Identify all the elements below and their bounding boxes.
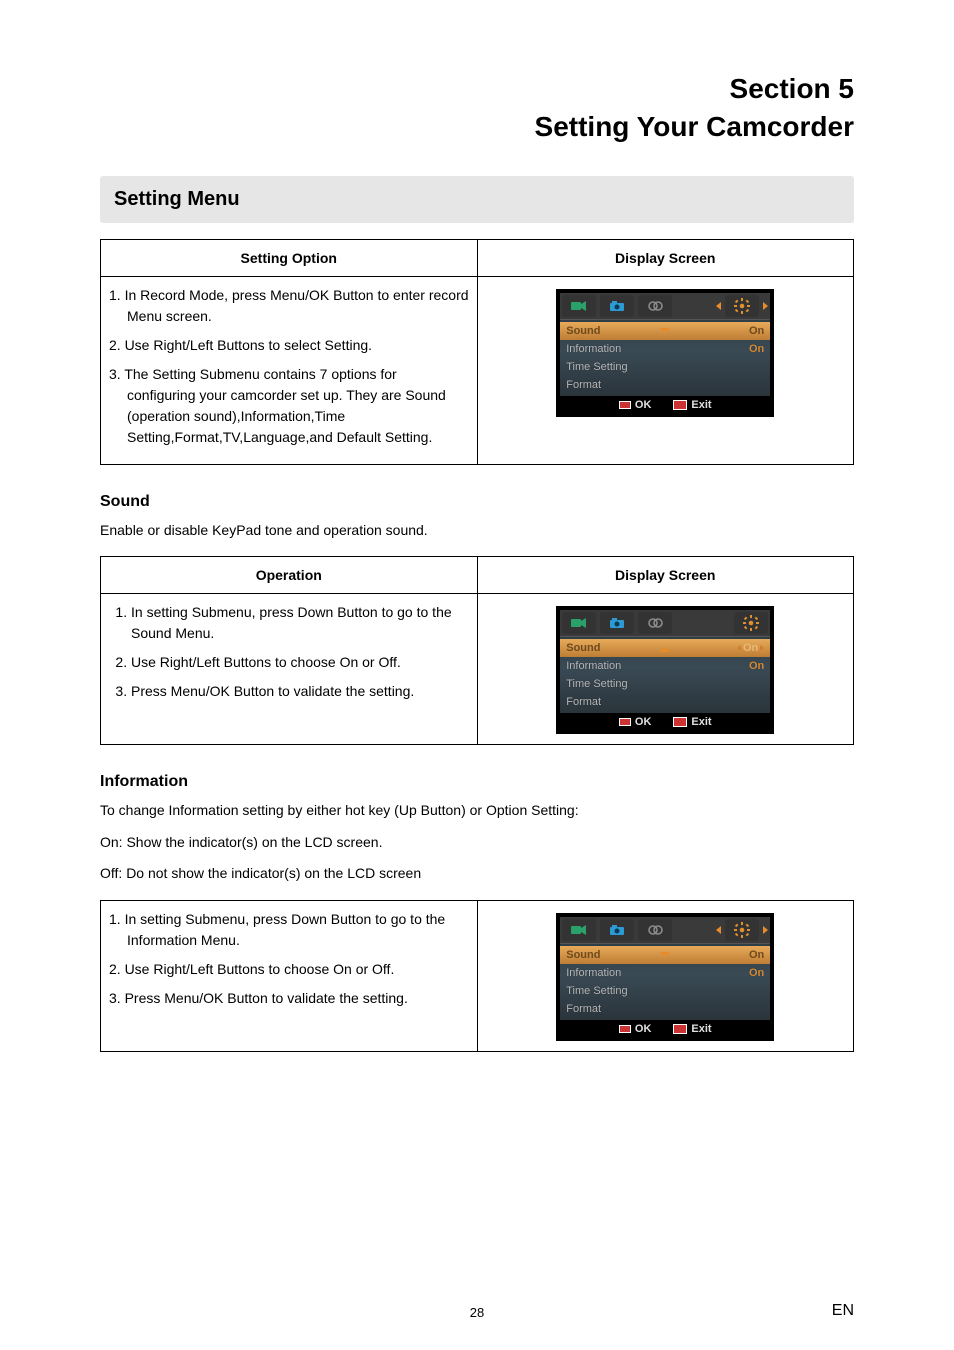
footer-ok: OK — [619, 1023, 652, 1035]
menu-row-time-setting: Time Setting — [560, 675, 770, 693]
menu-value: On — [749, 324, 764, 338]
menu-row-format: Format — [560, 693, 770, 711]
menu-label: Format — [566, 1002, 601, 1016]
return-icon — [673, 400, 687, 410]
record-icon — [619, 401, 631, 409]
movie-tab-icon — [562, 295, 596, 317]
menu-value: On — [749, 659, 764, 673]
menu-label: Format — [566, 378, 601, 392]
t3-step-3: 3. Press Menu/OK Button to validate the … — [109, 988, 469, 1009]
t1-step-3: 3. The Setting Submenu contains 7 option… — [109, 364, 469, 448]
menu-value: On — [749, 342, 764, 356]
lcd-screenshot-2: Sound On Information On Ti — [556, 606, 774, 734]
t1-step-1: 1. In Record Mode, press Menu/OK Button … — [109, 285, 469, 327]
col-operation: Operation — [101, 557, 478, 594]
menu-row-information: Information On — [560, 657, 770, 675]
value-right-arrow-icon — [760, 645, 764, 651]
menu-label: Information — [566, 659, 621, 673]
page-language: EN — [832, 1302, 854, 1320]
caret-up-icon — [660, 647, 670, 652]
menu-label: Information — [566, 342, 621, 356]
camera-tab-icon — [600, 612, 634, 634]
nav-right-arrow — [763, 926, 768, 934]
menu-label: Information — [566, 966, 621, 980]
t1-step-2: 2. Use Right/Left Buttons to select Sett… — [109, 335, 469, 356]
nav-left-arrow — [716, 302, 721, 310]
footer-exit: Exit — [673, 399, 711, 411]
col-display-screen: Display Screen — [477, 557, 854, 594]
menu-row-time-setting: Time Setting — [560, 358, 770, 376]
caret-down-icon — [660, 328, 670, 333]
caret-down-icon — [660, 952, 670, 957]
menu-label: Sound — [566, 641, 600, 655]
menu-value: On — [749, 948, 764, 962]
information-lead-2: On: Show the indicator(s) on the LCD scr… — [100, 833, 854, 853]
information-table: 1. In setting Submenu, press Down Button… — [100, 900, 854, 1052]
menu-row-time-setting: Time Setting — [560, 982, 770, 1000]
menu-label: Sound — [566, 948, 600, 962]
lcd-screenshot-3: Sound On Information On Time Setting For… — [556, 913, 774, 1041]
menu-label: Format — [566, 695, 601, 709]
col-setting-option: Setting Option — [101, 239, 478, 276]
t3-step-1: 1. In setting Submenu, press Down Button… — [109, 909, 469, 951]
nav-left-arrow — [716, 926, 721, 934]
footer-exit: Exit — [673, 1023, 711, 1035]
gear-icon — [725, 295, 759, 317]
menu-value: On — [737, 641, 764, 655]
t2-step-1: In setting Submenu, press Down Button to… — [131, 602, 469, 644]
camera-tab-icon — [600, 295, 634, 317]
section-number: Section 5 — [730, 73, 854, 104]
gear-icon — [725, 919, 759, 941]
menu-row-format: Format — [560, 1000, 770, 1018]
record-icon — [619, 718, 631, 726]
effect-tab-icon — [638, 919, 672, 941]
menu-label: Time Setting — [566, 677, 627, 691]
movie-tab-icon — [562, 612, 596, 634]
camera-tab-icon — [600, 919, 634, 941]
sound-lead: Enable or disable KeyPad tone and operat… — [100, 521, 854, 541]
sound-heading: Sound — [100, 493, 854, 511]
menu-label: Sound — [566, 324, 600, 338]
section-title: Setting Your Camcorder — [535, 111, 854, 142]
value-left-arrow-icon — [737, 645, 741, 651]
movie-tab-icon — [562, 919, 596, 941]
setting-menu-heading: Setting Menu — [100, 176, 854, 223]
gear-icon — [734, 612, 768, 634]
t2-step-3: Press Menu/OK Button to validate the set… — [131, 681, 469, 702]
lcd-screenshot-1: Sound On Information On Time Setting For… — [556, 289, 774, 417]
effect-tab-icon — [638, 612, 672, 634]
col-display-screen: Display Screen — [477, 239, 854, 276]
sound-table: Operation Display Screen In setting Subm… — [100, 556, 854, 745]
menu-row-format: Format — [560, 376, 770, 394]
effect-tab-icon — [638, 295, 672, 317]
information-lead-1: To change Information setting by either … — [100, 801, 854, 821]
information-lead-3: Off: Do not show the indicator(s) on the… — [100, 864, 854, 884]
menu-row-information: Information On — [560, 340, 770, 358]
footer-ok: OK — [619, 716, 652, 728]
menu-value: On — [749, 966, 764, 980]
footer-ok: OK — [619, 399, 652, 411]
setting-menu-table: Setting Option Display Screen 1. In Reco… — [100, 239, 854, 465]
nav-right-arrow — [763, 302, 768, 310]
t2-step-2: Use Right/Left Buttons to choose On or O… — [131, 652, 469, 673]
record-icon — [619, 1025, 631, 1033]
menu-label: Time Setting — [566, 360, 627, 374]
menu-row-information: Information On — [560, 964, 770, 982]
menu-label: Time Setting — [566, 984, 627, 998]
page-number: 28 — [0, 1305, 954, 1320]
information-heading: Information — [100, 773, 854, 791]
return-icon — [673, 1024, 687, 1034]
return-icon — [673, 717, 687, 727]
t3-step-2: 2. Use Right/Left Buttons to choose On o… — [109, 959, 469, 980]
footer-exit: Exit — [673, 716, 711, 728]
